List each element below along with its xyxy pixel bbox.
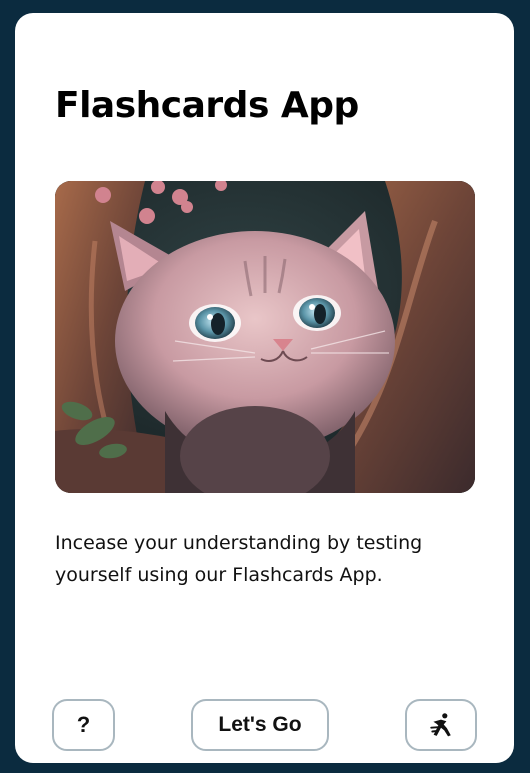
- accessibility-button[interactable]: [405, 699, 477, 751]
- hero-image: [55, 181, 475, 493]
- page-title: Flashcards App: [55, 85, 359, 126]
- lets-go-button[interactable]: Let's Go: [191, 699, 329, 751]
- intro-description: Incease your understanding by testing yo…: [55, 532, 423, 586]
- accessibility-icon: [430, 713, 451, 737]
- intro-card: Flashcards App Incease your understandin…: [15, 13, 514, 763]
- help-button[interactable]: ?: [52, 699, 115, 751]
- kitten-illustration: [55, 181, 475, 493]
